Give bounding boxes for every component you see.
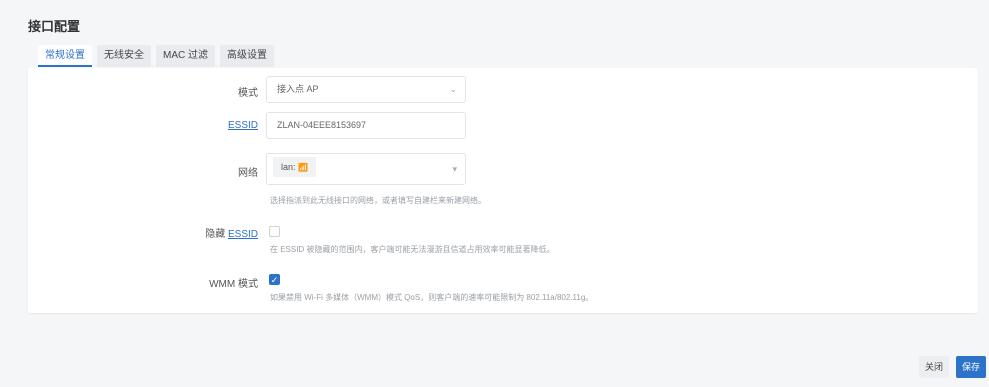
hide-essid-hint: 在 ESSID 被隐藏的范围内，客户端可能无法漫游且信道占用效率可能显著降低。 [270, 245, 555, 254]
tab-mac-filter[interactable]: MAC 过滤 [156, 45, 215, 67]
hide-essid-label: 隐藏 ESSID [138, 225, 258, 240]
save-button[interactable]: 保存 [956, 356, 986, 378]
network-select[interactable]: lan: 📶 ▾ [266, 153, 466, 185]
wmm-label: WMM 模式 [209, 279, 258, 290]
page-title: 接口配置 [28, 19, 81, 34]
hide-essid-label-prefix: 隐藏 [205, 229, 226, 240]
essid-input[interactable]: ZLAN-04EEE8153697 [266, 112, 466, 139]
essid-label-link[interactable]: ESSID [228, 120, 258, 131]
tab-advanced[interactable]: 高级设置 [220, 45, 274, 67]
chevron-down-icon: ⌄ [449, 84, 457, 94]
tab-general[interactable]: 常规设置 [38, 45, 92, 67]
mode-select[interactable]: 接入点 AP ⌄ [266, 76, 466, 103]
tab-bar: 常规设置 无线安全 MAC 过滤 高级设置 [38, 45, 274, 67]
settings-panel: 模式 接入点 AP ⌄ ESSID ZLAN-04EEE8153697 网络 l… [28, 68, 978, 313]
hide-essid-label-link[interactable]: ESSID [228, 229, 258, 240]
hide-essid-checkbox[interactable] [269, 226, 280, 237]
caret-down-icon: ▾ [452, 164, 457, 174]
mode-select-value: 接入点 AP [277, 84, 319, 94]
wmm-hint: 如果禁用 Wi-Fi 多媒体（WMM）模式 QoS，则客户端的速率可能限制为 8… [270, 293, 594, 302]
network-label: 网络 [238, 168, 258, 179]
mode-label: 模式 [238, 88, 258, 99]
essid-label: ESSID [138, 120, 258, 131]
network-tag-label: lan: [281, 162, 296, 172]
network-hint: 选择指派到此无线接口的网络，或者填写自建栏来新建网络。 [270, 196, 486, 205]
check-icon: ✓ [270, 275, 279, 285]
close-button[interactable]: 关闭 [919, 356, 949, 378]
wifi-icon: 📶 [298, 163, 308, 172]
wmm-checkbox[interactable]: ✓ [269, 274, 280, 285]
network-tag: lan: 📶 [273, 157, 316, 177]
tab-wireless-security[interactable]: 无线安全 [97, 45, 151, 67]
